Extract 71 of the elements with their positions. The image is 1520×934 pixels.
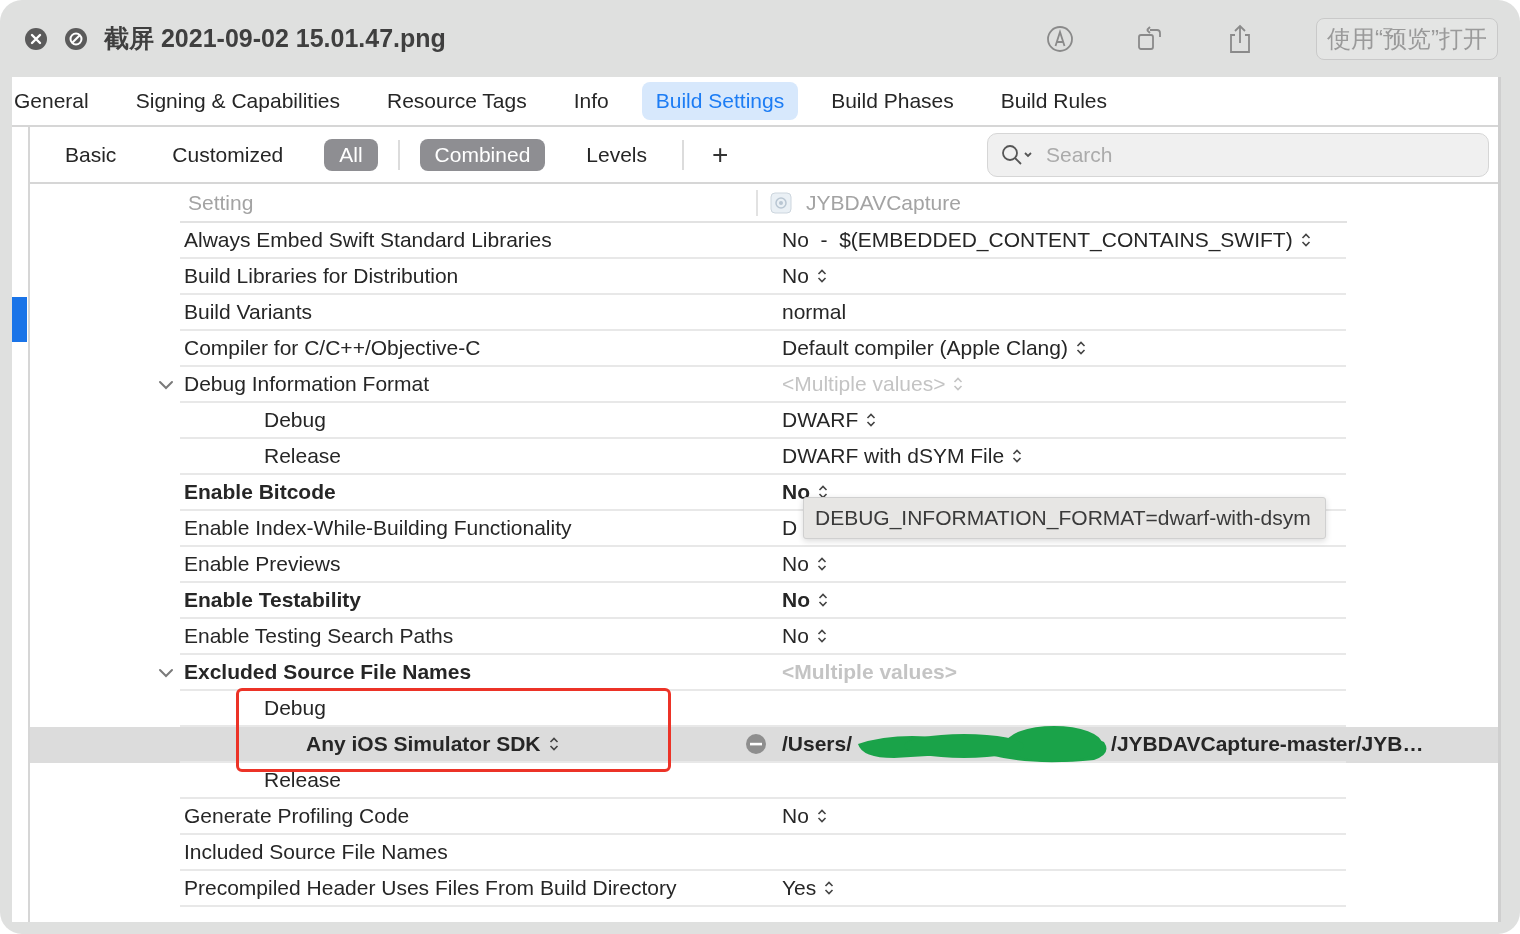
setting-name: Debug	[264, 408, 326, 432]
target-icon	[770, 191, 792, 214]
setting-name: Compiler for C/C++/Objective-C	[184, 336, 481, 360]
setting-name: Release	[264, 444, 342, 468]
setting-name: Always Embed Swift Standard Libraries	[184, 228, 552, 252]
table-row[interactable]: Always Embed Swift Standard Libraries No - $(EMBEDDED_CONTENT_CONTAINS_SWIFT)	[30, 223, 1498, 259]
setting-value: Yes	[782, 876, 817, 900]
search-field[interactable]: Search	[987, 132, 1489, 177]
setting-name: Enable Testing Search Paths	[184, 624, 454, 648]
setting-value: <Multiple values>	[782, 660, 958, 684]
setting-name: Precompiled Header Uses Files From Build Directory	[184, 876, 677, 900]
setting-value: normal	[782, 300, 847, 324]
setting-value: No	[782, 264, 809, 288]
setting-value: No	[782, 624, 809, 648]
table-row[interactable]: Release	[30, 763, 1498, 799]
filter-segment[interactable]: Customized	[157, 138, 299, 171]
rotate-icon[interactable]	[1136, 24, 1164, 53]
table-row[interactable]: Build Libraries for Distribution No	[30, 259, 1498, 295]
setting-value: No - $(EMBEDDED_CONTENT_CONTAINS_SWIFT)	[782, 228, 1293, 252]
setting-name: Build Libraries for Distribution	[184, 264, 459, 288]
setting-value: Default compiler (Apple Clang)	[782, 336, 1068, 360]
search-icon	[1000, 142, 1034, 167]
filter-segment[interactable]: Basic	[50, 138, 132, 171]
tab[interactable]: Signing & Capabilities	[121, 82, 354, 120]
selected-row[interactable]: Any iOS Simulator SDK /Users/ /JYBDAVCapture-master/JYB…	[30, 727, 1498, 763]
filter-segment[interactable]: Levels	[571, 138, 663, 171]
tab[interactable]: Build Phases	[817, 82, 968, 120]
setting-name: Release	[264, 768, 342, 792]
tab[interactable]: Build Rules	[986, 82, 1121, 120]
minus-circle-icon[interactable]	[745, 733, 767, 755]
tab[interactable]: Info	[559, 82, 623, 120]
blocked-circle-icon[interactable]	[64, 26, 88, 51]
setting-name: Excluded Source File Names	[184, 660, 472, 684]
table-row[interactable]: Enable Testing Search Paths No	[30, 619, 1498, 655]
pen-circle-icon[interactable]	[1046, 24, 1074, 53]
close-icon[interactable]	[24, 26, 48, 51]
setting-name: Enable Previews	[184, 552, 341, 576]
table-row[interactable]: Build Variants normal	[30, 295, 1498, 331]
setting-value: <Multiple values>	[782, 372, 946, 396]
setting-name: Enable Bitcode	[184, 480, 336, 504]
table-row[interactable]: Compiler for C/C++/Objective-C Default compiler (Apple Clang)	[30, 331, 1498, 367]
setting-value: No	[782, 588, 810, 612]
tab[interactable]: General	[12, 82, 103, 120]
table-row[interactable]: Debug DWARF	[30, 403, 1498, 439]
table-row[interactable]: Enable Testability No	[30, 583, 1498, 619]
window-title: 截屏 2021-09-02 15.01.47.png	[104, 23, 446, 54]
setting-name: Any iOS Simulator SDK	[306, 732, 541, 756]
setting-value: /JYBDAVCapture-master/JYB…	[1111, 732, 1424, 756]
setting-name: Included Source File Names	[184, 840, 448, 864]
table-row[interactable]: Included Source File Names	[30, 835, 1498, 871]
setting-value: DWARF with dSYM File	[782, 444, 1005, 468]
setting-name: Build Variants	[184, 300, 312, 324]
table-row[interactable]: Release DWARF with dSYM File	[30, 439, 1498, 475]
setting-name: Enable Index-While-Building Functionality	[184, 516, 572, 540]
add-button[interactable]: +	[704, 138, 737, 171]
table-row[interactable]: Debug Information Format <Multiple values>	[30, 367, 1498, 403]
setting-value: D	[782, 516, 798, 540]
table-row[interactable]: Enable Previews No	[30, 547, 1498, 583]
sidebar-selection-marker	[12, 297, 27, 342]
table-row[interactable]: Generate Profiling Code No	[30, 799, 1498, 835]
setting-name: Debug	[264, 696, 326, 720]
table-row[interactable]: Excluded Source File Names <Multiple values>	[30, 655, 1498, 691]
setting-value: No	[782, 804, 809, 828]
setting-name: Debug Information Format	[184, 372, 430, 396]
setting-name: Generate Profiling Code	[184, 804, 410, 828]
setting-value: DWARF	[782, 408, 859, 432]
tab[interactable]: Resource Tags	[373, 82, 541, 120]
setting-value: /Users/	[782, 732, 853, 756]
table-row[interactable]: Precompiled Header Uses Files From Build Directory Yes	[30, 871, 1498, 907]
setting-value: No	[782, 552, 809, 576]
setting-name: Enable Testability	[184, 588, 361, 612]
